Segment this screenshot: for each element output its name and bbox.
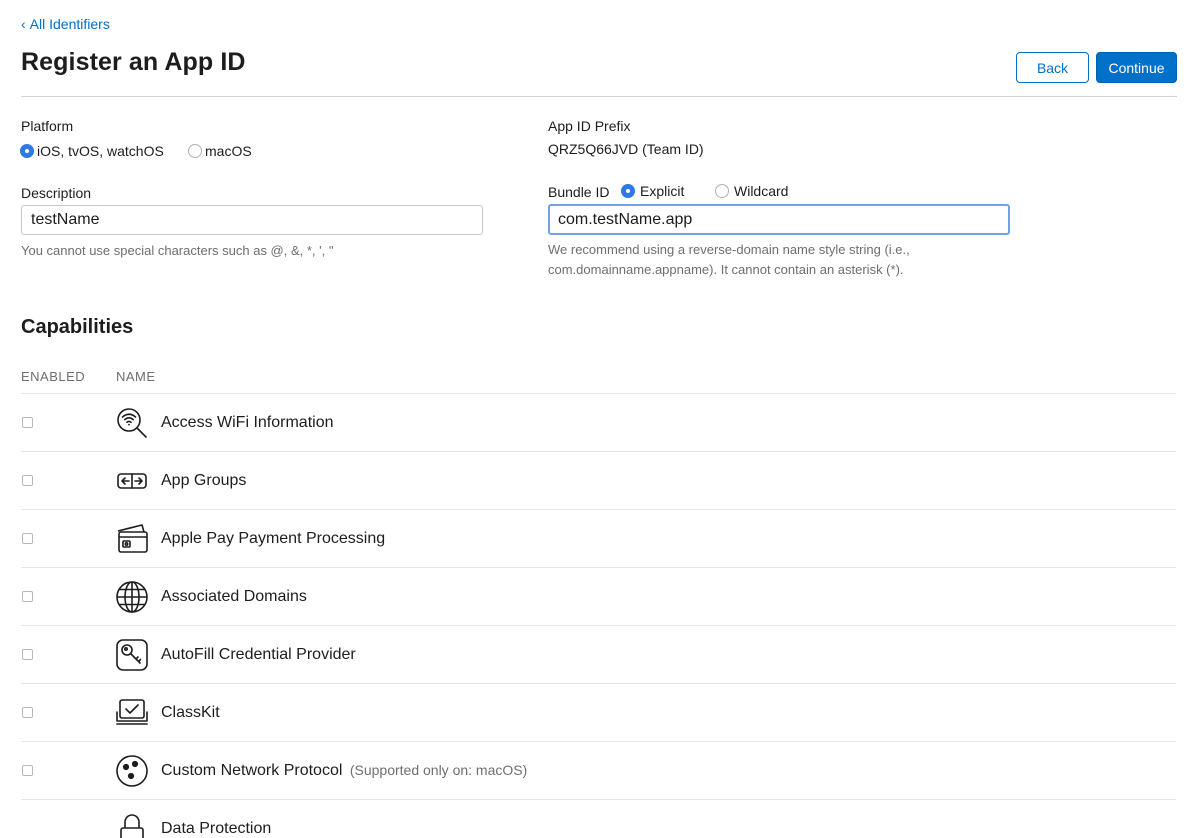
capability-name: AutoFill Credential Provider: [161, 646, 356, 664]
platform-option-ios[interactable]: iOS, tvOS, watchOS: [20, 143, 164, 159]
capability-row: Data Protection: [21, 799, 1176, 838]
capability-name: App Groups: [161, 472, 246, 490]
bundle-help-line: We recommend using a reverse-domain name…: [548, 242, 910, 257]
app-id-prefix-value: QRZ5Q66JVD (Team ID): [548, 141, 704, 157]
bundle-option-wildcard[interactable]: Wildcard: [715, 183, 788, 199]
bundle-id-help-text: We recommend using a reverse-domain name…: [548, 240, 910, 280]
column-header-name: NAME: [116, 369, 156, 384]
network-nodes-icon: [115, 754, 149, 788]
capability-name-text: AutoFill Credential Provider: [161, 645, 356, 663]
capability-name-text: Custom Network Protocol: [161, 761, 343, 779]
chevron-left-icon: ‹: [21, 16, 26, 32]
capability-name-text: Apple Pay Payment Processing: [161, 529, 386, 547]
bundle-option-label: Wildcard: [734, 183, 789, 199]
description-help-text: You cannot use special characters such a…: [21, 243, 334, 258]
radio-button[interactable]: [715, 184, 729, 198]
capability-row: Custom Network Protocol (Supported only …: [21, 741, 1176, 799]
capability-checkbox[interactable]: [22, 533, 33, 544]
capability-name-text: App Groups: [161, 471, 247, 489]
continue-button[interactable]: Continue: [1096, 52, 1177, 83]
capability-checkbox[interactable]: [22, 475, 33, 486]
back-link-label: All Identifiers: [29, 16, 110, 32]
capability-row: ClassKit: [21, 683, 1176, 741]
description-label: Description: [21, 185, 92, 201]
capability-name: Associated Domains: [161, 588, 307, 606]
capability-checkbox[interactable]: [22, 765, 33, 776]
capability-row: AutoFill Credential Provider: [21, 625, 1176, 683]
capability-note: (Supported only on: macOS): [349, 761, 528, 778]
capability-name: ClassKit: [161, 704, 220, 722]
capabilities-title: Capabilities: [21, 316, 134, 338]
capability-name: Custom Network Protocol (Supported only …: [161, 762, 527, 780]
capability-name: Data Protection: [161, 820, 271, 838]
column-header-enabled: ENABLED: [21, 369, 86, 384]
capability-name: Apple Pay Payment Processing: [161, 530, 385, 548]
radio-button-selected[interactable]: [20, 144, 34, 158]
bundle-option-label: Explicit: [640, 183, 685, 199]
platform-option-label: iOS, tvOS, watchOS: [37, 143, 164, 159]
bundle-help-line: com.domainname.appname). It cannot conta…: [548, 262, 904, 277]
capability-checkbox[interactable]: [22, 591, 33, 602]
capability-row: App Groups: [21, 451, 1176, 509]
bundle-id-input[interactable]: [548, 204, 1010, 235]
header-divider: [21, 96, 1177, 97]
capability-name-text: Data Protection: [161, 819, 272, 837]
lock-icon: [115, 812, 149, 838]
capability-name-text: ClassKit: [161, 703, 220, 721]
page-title: Register an App ID: [21, 48, 246, 76]
key-icon: [115, 638, 149, 672]
capability-name-text: Access WiFi Information: [161, 413, 334, 431]
capability-name-text: Associated Domains: [161, 587, 307, 605]
capability-row: Apple Pay Payment Processing: [21, 509, 1176, 567]
wifi-search-icon: [115, 406, 149, 440]
all-identifiers-link[interactable]: ‹ All Identifiers: [21, 16, 110, 32]
wallet-card-icon: [115, 522, 149, 556]
back-button[interactable]: Back: [1016, 52, 1089, 83]
capability-name: Access WiFi Information: [161, 414, 333, 432]
platform-label: Platform: [21, 118, 74, 134]
bundle-id-label: Bundle ID: [548, 184, 610, 200]
capability-row: Access WiFi Information: [21, 393, 1176, 451]
bundle-option-explicit[interactable]: Explicit: [621, 183, 684, 199]
platform-option-label: macOS: [205, 143, 252, 159]
capability-checkbox[interactable]: [22, 417, 33, 428]
capabilities-list: Access WiFi Information App Groups Apple…: [21, 393, 1176, 838]
radio-button[interactable]: [188, 144, 202, 158]
description-input[interactable]: [21, 205, 483, 235]
classkit-icon: [115, 696, 149, 730]
platform-option-macos[interactable]: macOS: [188, 143, 252, 159]
capability-checkbox[interactable]: [22, 649, 33, 660]
radio-button-selected[interactable]: [621, 184, 635, 198]
app-id-prefix-label: App ID Prefix: [548, 118, 631, 134]
app-groups-icon: [115, 464, 149, 498]
capability-checkbox[interactable]: [22, 707, 33, 718]
capability-row: Associated Domains: [21, 567, 1176, 625]
globe-icon: [115, 580, 149, 614]
